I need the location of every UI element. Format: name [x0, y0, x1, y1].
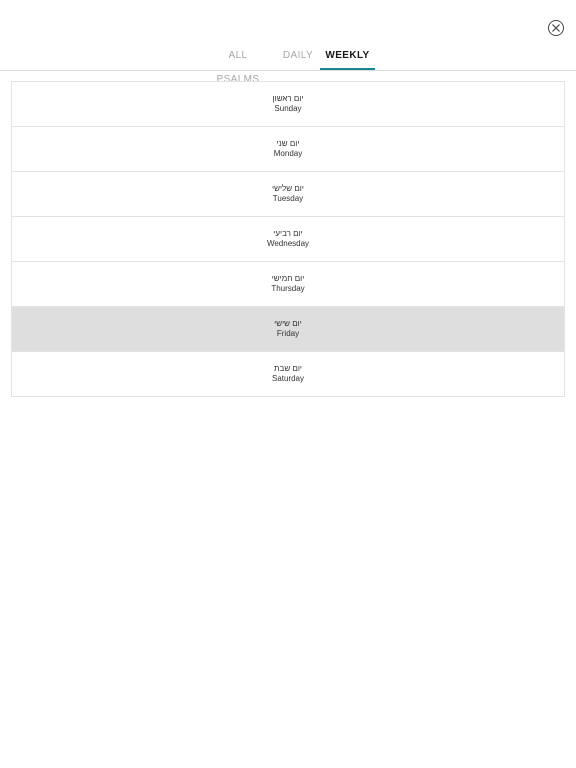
day-row-wednesday[interactable]: יום רביעי Wednesday: [11, 217, 565, 262]
day-row-friday[interactable]: יום שישי Friday: [11, 307, 565, 352]
day-english-label: Saturday: [271, 374, 305, 383]
day-hebrew-label: יום שבת: [274, 364, 302, 373]
day-english-label: Friday: [276, 329, 300, 338]
day-hebrew-label: יום רביעי: [273, 229, 303, 238]
day-hebrew-label: יום חמישי: [271, 274, 305, 283]
day-hebrew-label: יום שישי: [274, 319, 302, 328]
tab-weekly[interactable]: WEEKLY: [320, 44, 375, 70]
day-hebrew-label: יום ראשון: [272, 94, 304, 103]
day-english-label: Tuesday: [272, 194, 304, 203]
day-row-sunday[interactable]: יום ראשון Sunday: [11, 81, 565, 127]
day-english-label: Sunday: [274, 104, 302, 113]
tab-bar: ALL PSALMS DAILY WEEKLY: [0, 44, 576, 85]
close-icon[interactable]: [548, 20, 564, 36]
day-row-thursday[interactable]: יום חמישי Thursday: [11, 262, 565, 307]
day-row-saturday[interactable]: יום שבת Saturday: [11, 352, 565, 397]
weekly-psalms-screen: ALL PSALMS DAILY WEEKLY יום ראשון Sunday…: [0, 0, 576, 768]
day-english-label: Wednesday: [266, 239, 310, 248]
day-hebrew-label: יום שלישי: [272, 184, 304, 193]
day-list: יום ראשון Sunday יום שני Monday יום שליש…: [11, 81, 565, 397]
tab-all-psalms[interactable]: ALL PSALMS: [208, 44, 268, 85]
day-row-monday[interactable]: יום שני Monday: [11, 127, 565, 172]
day-english-label: Thursday: [271, 284, 305, 293]
tab-daily[interactable]: DAILY: [282, 44, 314, 70]
day-hebrew-label: יום שני: [276, 139, 300, 148]
day-row-tuesday[interactable]: יום שלישי Tuesday: [11, 172, 565, 217]
day-english-label: Monday: [273, 149, 303, 158]
